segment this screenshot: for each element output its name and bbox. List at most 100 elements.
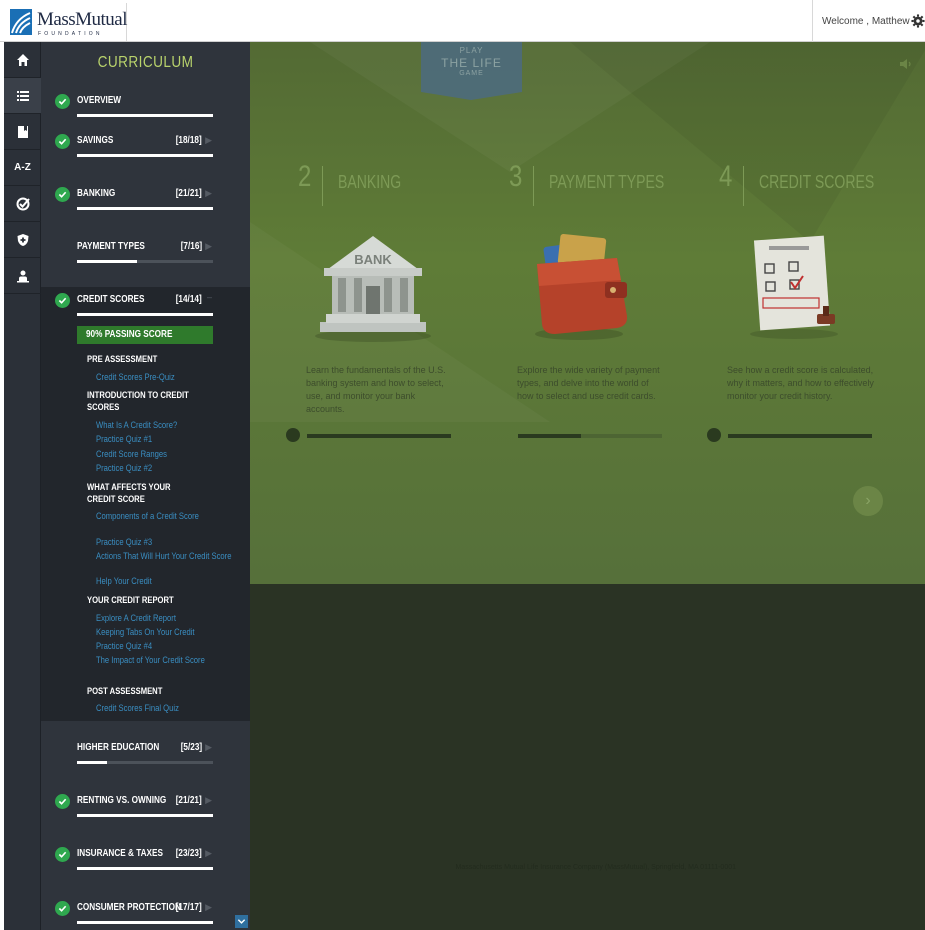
list-icon	[16, 90, 29, 101]
section-name: SAVINGS	[77, 135, 114, 146]
complete-check-icon	[55, 187, 70, 202]
bookmark-icon	[17, 125, 28, 138]
subsection-post-assessment: POST ASSESSMENT	[87, 686, 163, 696]
section-name: BANKING	[77, 188, 116, 199]
section-insurance-taxes[interactable]: INSURANCE & TAXES [23/23] ▶	[41, 845, 250, 875]
chevron-down-icon	[237, 919, 246, 924]
section-payment-types[interactable]: PAYMENT TYPES [7/16] ▶	[41, 238, 250, 268]
lesson-link[interactable]: Practice Quiz #4	[96, 641, 196, 651]
welcome-area: Welcome , Matthew	[812, 0, 925, 42]
chevron-right-icon: ▶	[205, 135, 212, 145]
check-badge-icon	[16, 197, 30, 210]
protection-button[interactable]	[4, 222, 41, 258]
user-icon	[16, 270, 29, 282]
lesson-link[interactable]: Practice Quiz #1	[96, 434, 196, 444]
module-title: BANKING	[338, 172, 402, 192]
lesson-link[interactable]: Credit Score Ranges	[96, 449, 196, 459]
chevron-right-icon: ▶	[205, 742, 212, 752]
section-count: [21/21]	[176, 795, 202, 806]
section-count: [21/21]	[176, 188, 202, 199]
logo-text: MassMutual	[37, 9, 128, 30]
section-savings[interactable]: SAVINGS [18/18] ▶	[41, 132, 250, 162]
section-count: [14/14]	[176, 294, 202, 305]
lesson-link[interactable]: Help Your Credit	[96, 576, 196, 586]
section-progress-bar	[77, 814, 213, 817]
section-count: [7/16]	[180, 241, 202, 252]
section-consumer-protection[interactable]: CONSUMER PROTECTION [17/17] ▶	[41, 899, 250, 929]
curriculum-button[interactable]	[4, 78, 41, 114]
module-number: 2	[298, 160, 312, 193]
module-description: Learn the fundamentals of the U.S. banki…	[306, 365, 446, 414]
profile-button[interactable]	[4, 258, 41, 294]
icon-rail: A-Z	[4, 42, 41, 930]
chevron-right-icon: ▶	[205, 795, 212, 805]
assessments-button[interactable]	[4, 186, 41, 222]
lesson-link[interactable]: Explore A Credit Report	[96, 613, 196, 623]
module-description: Explore the wide variety of payment type…	[517, 365, 660, 401]
hero-area: PLAY THE LIFE GAME 2 BANKING BANK Learn …	[250, 42, 925, 584]
subsection-pre-assessment: PRE ASSESSMENT	[87, 354, 158, 364]
bank-icon: BANK	[315, 236, 431, 342]
module-progress-bar	[728, 434, 872, 438]
section-progress-bar	[77, 260, 213, 263]
credit-report-icon	[750, 235, 838, 339]
section-count: [5/23]	[180, 742, 202, 753]
play-label-2: THE LIFE	[441, 56, 502, 70]
module-description: See how a credit score is calculated, wh…	[727, 365, 874, 401]
subsection-intro: INTRODUCTION TO CREDIT SCORES	[87, 390, 189, 412]
lesson-link[interactable]: Actions That Will Hurt Your Credit Score	[96, 551, 231, 561]
lesson-link[interactable]: Credit Scores Pre-Quiz	[96, 372, 196, 382]
section-credit-scores[interactable]: CREDIT SCORES [14/14] –	[41, 291, 250, 321]
chevron-right-icon: ▶	[205, 902, 212, 912]
lesson-link[interactable]: Practice Quiz #2	[96, 463, 196, 473]
svg-text:BANK: BANK	[354, 252, 392, 267]
section-progress-bar	[77, 921, 213, 924]
section-progress-bar	[77, 207, 213, 210]
subsection-affects: WHAT AFFECTS YOUR CREDIT SCORE	[87, 482, 171, 504]
play-label: PLAY	[459, 46, 484, 55]
gear-icon[interactable]	[911, 14, 925, 28]
lesson-link[interactable]: Components of a Credit Score	[96, 511, 199, 521]
module-progress-bar	[518, 434, 662, 438]
section-name: OVERVIEW	[77, 95, 122, 106]
complete-check-icon	[55, 293, 70, 308]
lesson-link[interactable]: Keeping Tabs On Your Credit	[96, 627, 196, 637]
section-higher-education[interactable]: HIGHER EDUCATION [5/23] ▶	[41, 739, 250, 769]
wallet-icon	[535, 233, 628, 340]
next-arrow-button[interactable]: ›	[853, 486, 883, 516]
lesson-link[interactable]: Practice Quiz #3	[96, 537, 196, 547]
section-progress-bar	[77, 154, 213, 157]
glossary-icon: A-Z	[14, 162, 31, 173]
welcome-text: Welcome , Matthew	[822, 15, 910, 27]
play-life-game-button[interactable]: PLAY THE LIFE GAME	[421, 42, 522, 100]
section-name: HIGHER EDUCATION	[77, 742, 160, 753]
complete-check-icon	[55, 94, 70, 109]
section-renting-vs-owning[interactable]: RENTING VS. OWNING [21/21] ▶	[41, 792, 250, 822]
module-number: 4	[719, 160, 733, 193]
chevron-down-icon: –	[206, 292, 212, 302]
module-title: PAYMENT TYPES	[549, 172, 665, 192]
sound-icon[interactable]	[899, 58, 913, 70]
chevron-right-icon: ›	[865, 492, 871, 509]
home-icon	[16, 53, 29, 66]
section-name: CONSUMER PROTECTION	[77, 902, 181, 913]
section-banking[interactable]: BANKING [21/21] ▶	[41, 185, 250, 215]
complete-check-icon	[55, 901, 70, 916]
section-progress-bar	[77, 761, 213, 764]
main-content: PLAY THE LIFE GAME 2 BANKING BANK Learn …	[250, 42, 925, 930]
logo-mark-icon	[10, 9, 32, 35]
section-overview[interactable]: OVERVIEW	[41, 92, 250, 122]
lesson-link[interactable]: The Impact of Your Credit Score	[96, 655, 205, 665]
massmutual-logo[interactable]: MassMutual FOUNDATION	[4, 3, 128, 41]
play-label-3: GAME	[459, 70, 484, 77]
scroll-down-button[interactable]	[235, 915, 248, 928]
passing-score-badge: 90% PASSING SCORE	[77, 326, 213, 344]
glossary-button[interactable]: A-Z	[4, 150, 41, 186]
chevron-right-icon: ▶	[205, 188, 212, 198]
lesson-link[interactable]: What Is A Credit Score?	[96, 420, 196, 430]
home-button[interactable]	[4, 42, 41, 78]
curriculum-panel: CURRICULUM OVERVIEW SAVINGS [18/18] ▶ BA…	[41, 42, 250, 930]
bookmarks-button[interactable]	[4, 114, 41, 150]
section-progress-bar	[77, 867, 213, 870]
lesson-link[interactable]: Credit Scores Final Quiz	[96, 703, 196, 713]
